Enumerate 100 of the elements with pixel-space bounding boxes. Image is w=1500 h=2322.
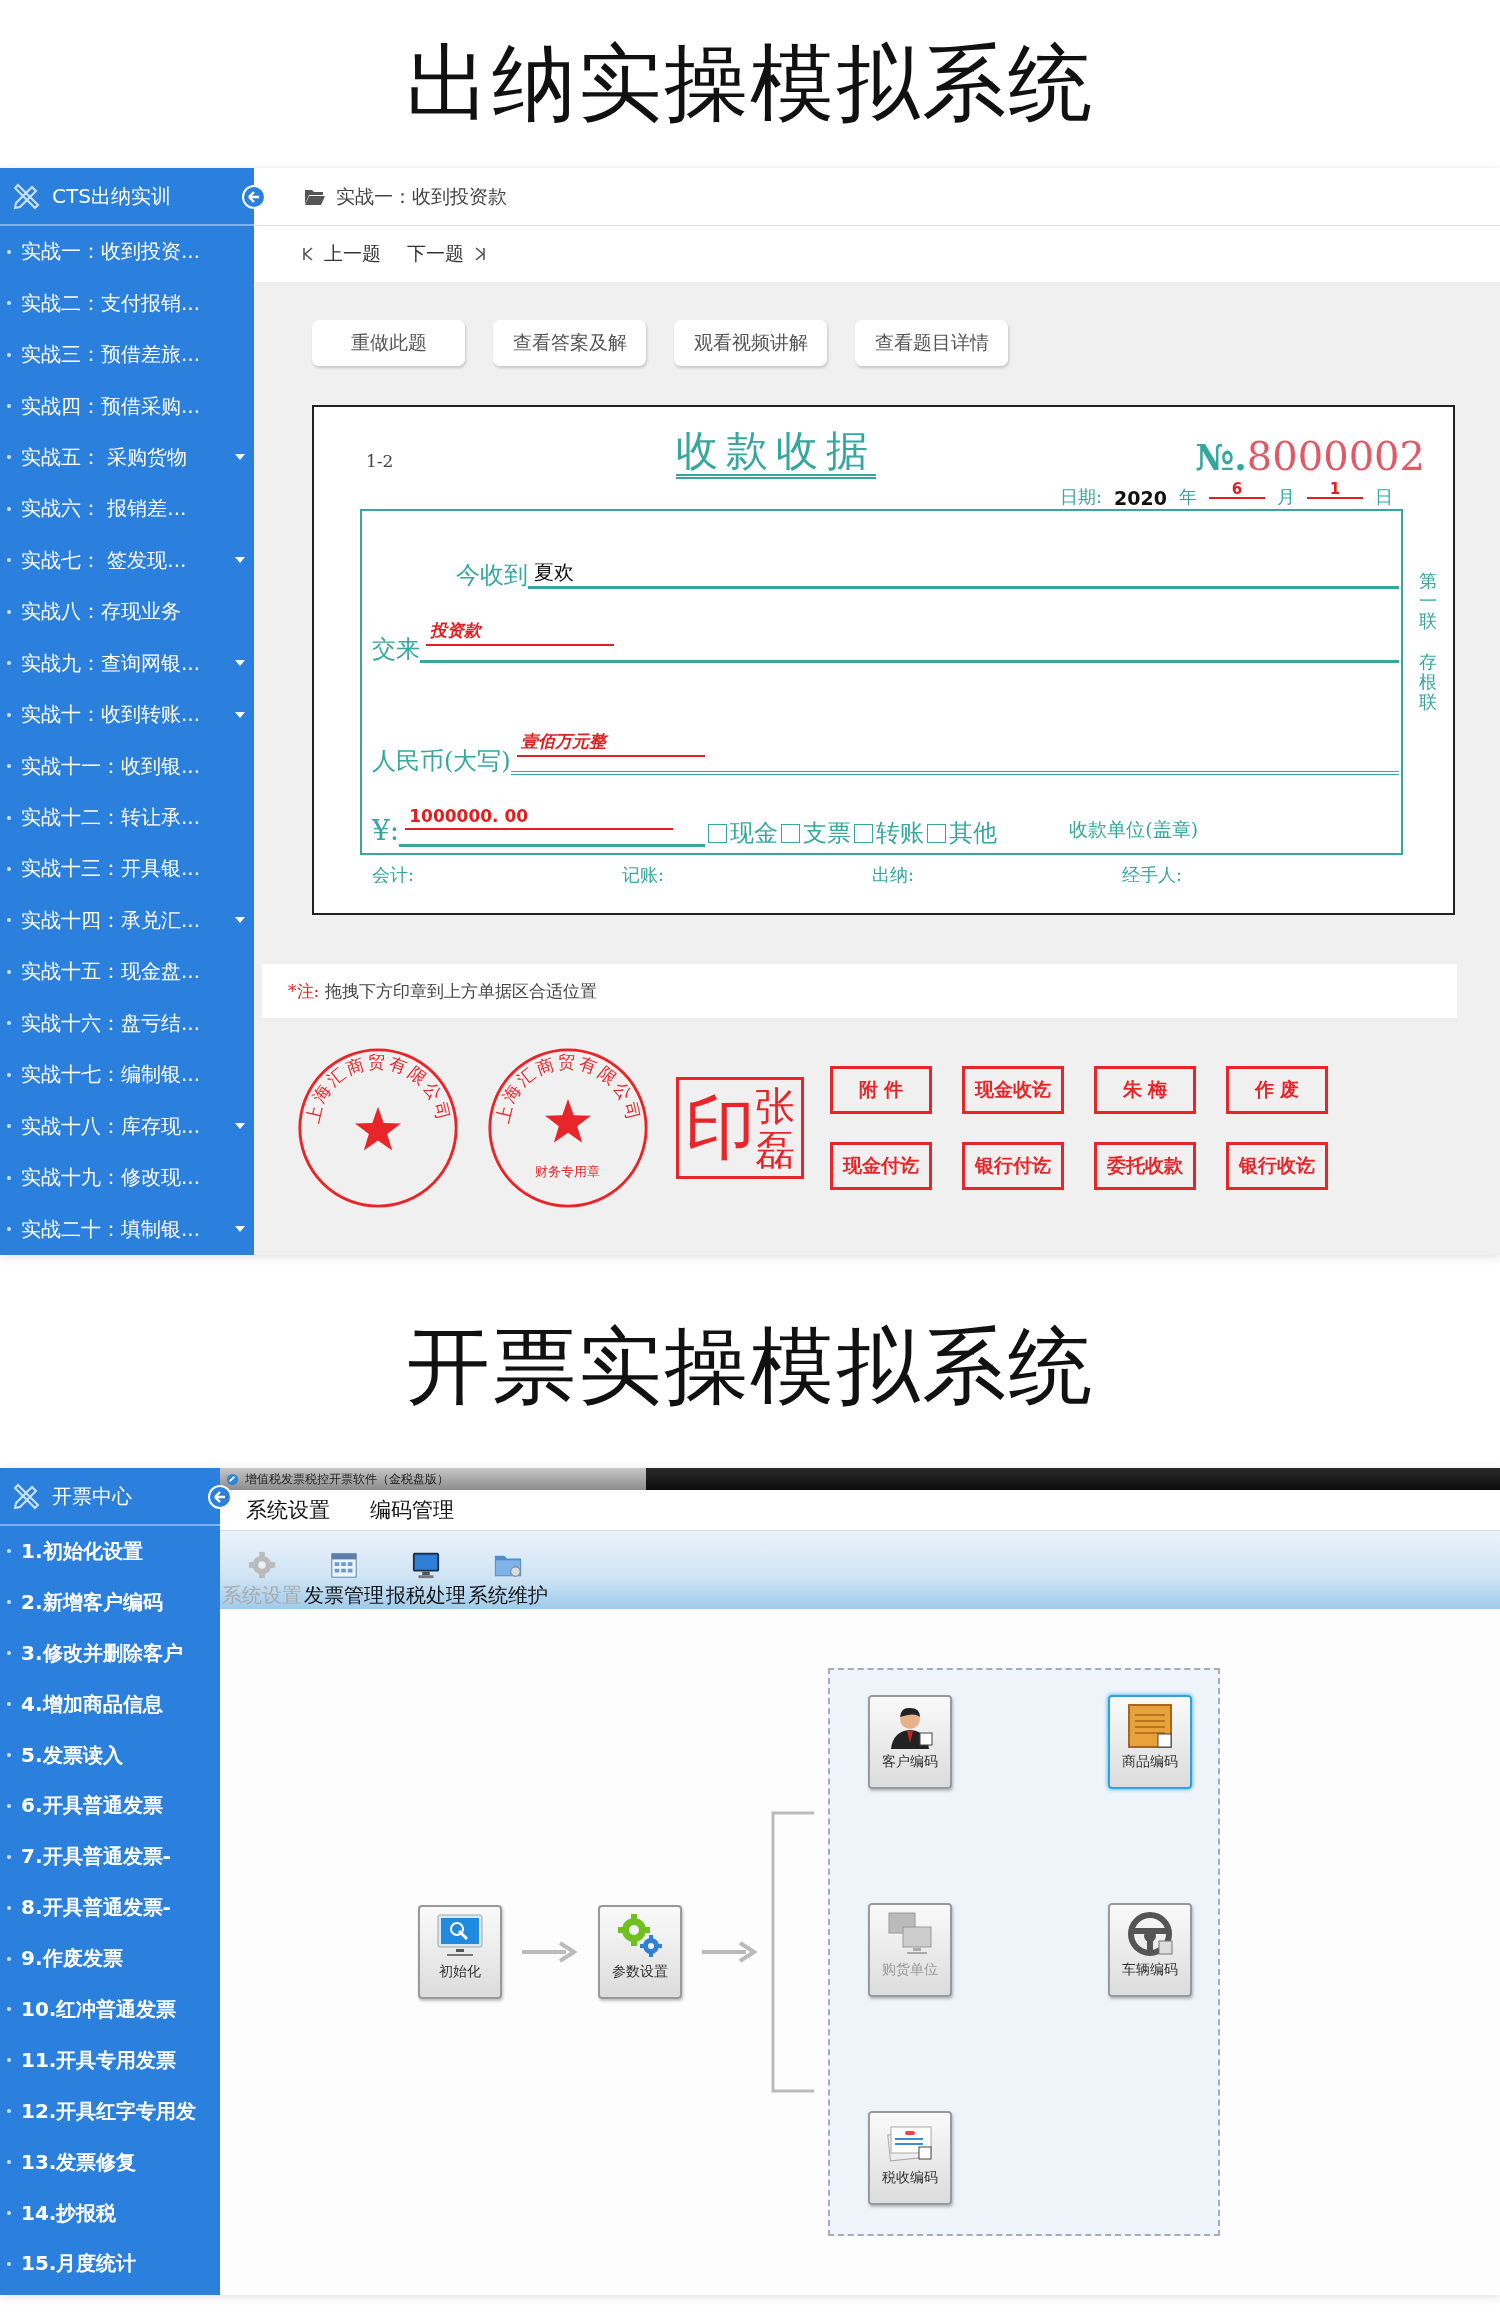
- menu-item[interactable]: 编码管理: [370, 1496, 454, 1524]
- sidebar-item[interactable]: 7.开具普通发票-: [0, 1831, 220, 1883]
- label-stamp[interactable]: 委托收款: [1094, 1142, 1196, 1190]
- toolbar-button[interactable]: 系统维护: [468, 1550, 550, 1609]
- bullet-icon: [7, 301, 11, 306]
- bullet-icon: [7, 2007, 11, 2012]
- calendar-icon: [329, 1550, 359, 1580]
- sidebar-item[interactable]: 实战五： 采购货物: [0, 431, 254, 484]
- sidebar-item[interactable]: 实战三：预借差旅...: [0, 328, 254, 381]
- sidebar-item[interactable]: 实战二：支付报销...: [0, 277, 254, 329]
- field-label: 交来: [372, 637, 420, 663]
- bullet-icon: [7, 352, 11, 357]
- code-tile[interactable]: 客户编码: [868, 1695, 952, 1789]
- sidebar-item[interactable]: 实战十三：开具银...: [0, 843, 254, 895]
- note-text: *注: 拖拽下方印章到上方单据区合适位置: [288, 979, 597, 1003]
- sidebar-item[interactable]: 实战八：存现业务: [0, 586, 254, 638]
- action-button[interactable]: 查看题目详情: [855, 320, 1008, 366]
- step-tile[interactable]: 参数设置: [598, 1905, 682, 1999]
- label-stamp[interactable]: 银行收讫: [1226, 1142, 1328, 1190]
- label-stamp[interactable]: 银行付讫: [962, 1142, 1064, 1190]
- payment-checkbox[interactable]: 现金: [705, 821, 779, 847]
- bullet-icon: [7, 2211, 11, 2215]
- action-button[interactable]: 观看视频讲解: [674, 320, 827, 366]
- signature-label: 经手人:: [1122, 863, 1184, 887]
- caret-icon: [234, 710, 246, 719]
- company-seal[interactable]: 上海汇商贸有限公司: [296, 1046, 460, 1210]
- caret-icon: [234, 1122, 246, 1131]
- label-stamp[interactable]: 附 件: [830, 1066, 932, 1114]
- sidebar-item[interactable]: 实战十五：现金盘...: [0, 946, 254, 998]
- number-label: №.: [1195, 436, 1247, 478]
- first-icon: [302, 247, 314, 261]
- payment-checkbox[interactable]: 其他: [924, 821, 998, 847]
- payment-checkbox[interactable]: 转账: [851, 821, 925, 847]
- code-tile[interactable]: 车辆编码: [1108, 1903, 1192, 1997]
- sidebar-item[interactable]: 实战十：收到转账...: [0, 688, 254, 741]
- sidebar-item[interactable]: 实战二十：填制银...: [0, 1203, 254, 1255]
- sidebar-item[interactable]: 实战十九：修改现...: [0, 1151, 254, 1204]
- sidebar-item[interactable]: 实战十六：盘亏结...: [0, 997, 254, 1049]
- bullet-icon: [7, 249, 11, 254]
- sidebar-item[interactable]: 2.新增客户编码: [0, 1576, 220, 1628]
- bullet-icon: [7, 2058, 11, 2063]
- bullet-icon: [7, 1021, 11, 1026]
- fill-in-line: 壹佰万元整: [510, 730, 1400, 775]
- bullet-icon: [7, 969, 11, 974]
- bullet-icon: [7, 1956, 11, 1961]
- sidebar-item[interactable]: 1.初始化设置: [0, 1526, 220, 1577]
- bullet-icon: [7, 1803, 11, 1808]
- date-unit: 日: [1375, 485, 1393, 509]
- sidebar-item[interactable]: 12.开具红字专用发: [0, 2085, 220, 2137]
- sidebar-item[interactable]: 5.发票读入: [0, 1729, 220, 1781]
- left-arrow-icon: [247, 190, 261, 204]
- label-stamp[interactable]: 作 废: [1226, 1066, 1328, 1114]
- code-tile[interactable]: 税收编码: [868, 2111, 952, 2205]
- sidebar-item[interactable]: 14.抄报税: [0, 2187, 220, 2239]
- sidebar-item[interactable]: 实战十八：库存现...: [0, 1100, 254, 1152]
- field-label: 今收到: [456, 563, 528, 589]
- menu-item[interactable]: 系统设置: [246, 1496, 330, 1524]
- collapse-button[interactable]: [242, 185, 266, 209]
- sidebar-item[interactable]: 实战十七：编制银...: [0, 1049, 254, 1101]
- sidebar-item[interactable]: 实战六： 报销差...: [0, 483, 254, 535]
- step-tile[interactable]: 初始化: [418, 1905, 502, 1999]
- signature-label: 记账:: [622, 863, 666, 887]
- toolbar-button[interactable]: 报税处理: [386, 1550, 468, 1609]
- sidebar-item[interactable]: 3.修改并删除客户: [0, 1627, 220, 1679]
- code-tile[interactable]: 商品编码: [1108, 1695, 1192, 1789]
- sidebar-item[interactable]: 11.开具专用发票: [0, 2034, 220, 2086]
- sidebar-item[interactable]: 8.开具普通发票-: [0, 1882, 220, 1934]
- copy-label: 第一联: [1419, 571, 1437, 631]
- payment-checkbox[interactable]: 支票: [778, 821, 852, 847]
- page-title: 开票实操模拟系统: [405, 1315, 1095, 1417]
- sidebar-title: CTS出纳实训: [52, 182, 171, 210]
- sidebar-item[interactable]: 实战十四：承兑汇...: [0, 894, 254, 947]
- bullet-icon: [7, 1702, 11, 1707]
- label-stamp[interactable]: 朱 梅: [1094, 1066, 1196, 1114]
- toolbar-button[interactable]: 发票管理: [304, 1550, 386, 1609]
- sidebar-item[interactable]: 实战十一：收到银...: [0, 740, 254, 792]
- label-stamp[interactable]: 现金收讫: [962, 1066, 1064, 1114]
- sidebar-title: 开票中心: [52, 1482, 132, 1510]
- next-button[interactable]: 下一题: [407, 241, 486, 267]
- bullet-icon: [7, 918, 11, 923]
- collapse-button[interactable]: [208, 1485, 232, 1509]
- bullet-icon: [7, 1753, 11, 1757]
- previous-button[interactable]: 上一题: [302, 241, 381, 267]
- sidebar-item[interactable]: 13.发票修复: [0, 2136, 220, 2188]
- sidebar-item[interactable]: 实战一：收到投资...: [0, 226, 254, 278]
- sidebar-item[interactable]: 4.增加商品信息: [0, 1678, 220, 1730]
- sidebar-item[interactable]: 实战十二：转让承...: [0, 791, 254, 844]
- sidebar-item[interactable]: 6.开具普通发票: [0, 1780, 220, 1832]
- action-button[interactable]: 重做此题: [312, 320, 465, 366]
- date-value: 1: [1307, 482, 1363, 499]
- bullet-icon: [7, 1124, 11, 1129]
- sidebar-item[interactable]: 实战七： 签发现...: [0, 534, 254, 587]
- sidebar-item[interactable]: 10.红冲普通发票: [0, 1984, 220, 2035]
- action-button[interactable]: 查看答案及解: [493, 320, 646, 366]
- label-stamp[interactable]: 现金付讫: [830, 1142, 932, 1190]
- company-seal[interactable]: 上海汇商贸有限公司 财务专用章: [486, 1046, 650, 1210]
- sidebar-item[interactable]: 9.作废发票: [0, 1933, 220, 1984]
- sidebar-item[interactable]: 实战九：查询网银...: [0, 637, 254, 689]
- sidebar-item[interactable]: 15.月度统计: [0, 2238, 220, 2290]
- sidebar-item[interactable]: 实战四：预借采购...: [0, 380, 254, 432]
